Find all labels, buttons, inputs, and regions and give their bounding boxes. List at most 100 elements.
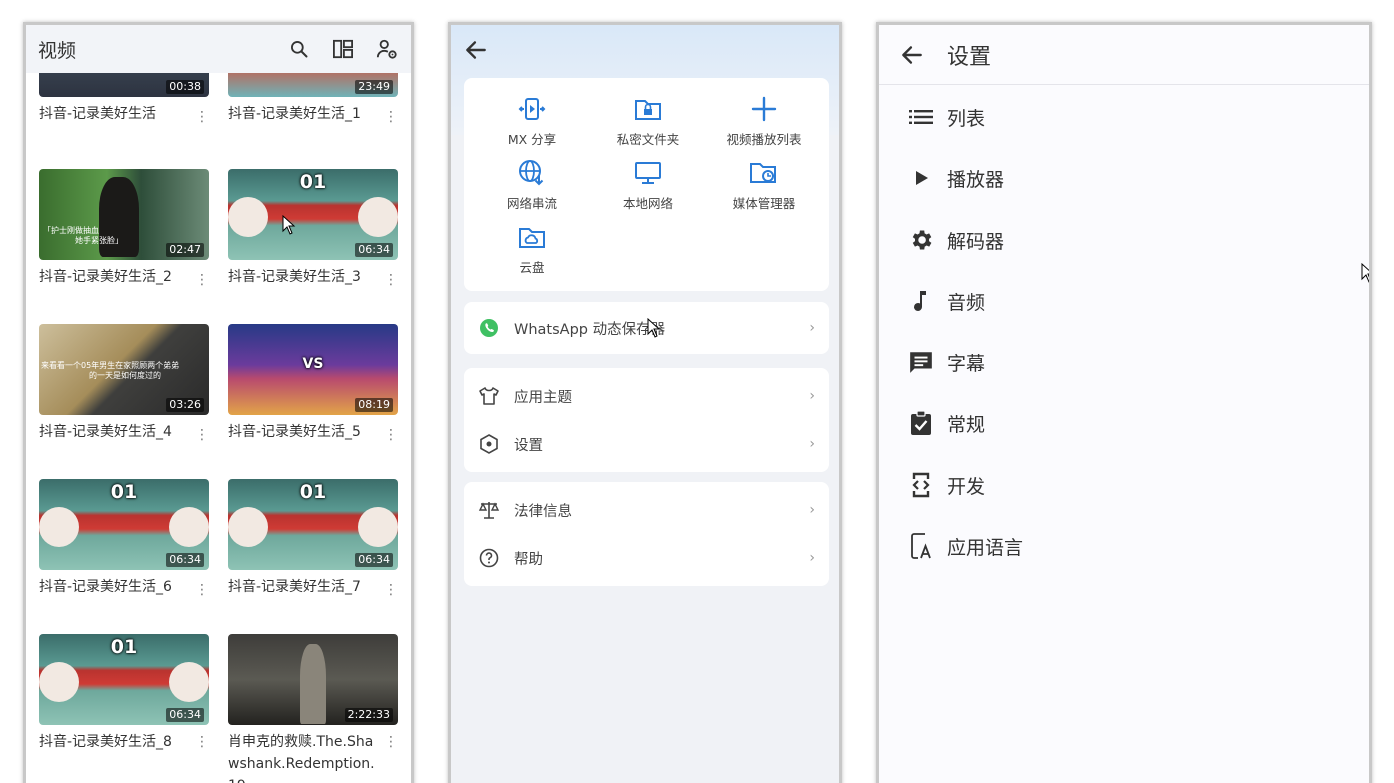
- private-folder-icon: [633, 94, 663, 124]
- settings-item-list[interactable]: 列表: [907, 97, 985, 137]
- video-title: 抖音-记录美好生活_3: [228, 269, 361, 285]
- video-item[interactable]: 01 06:34 抖音-记录美好生活_8 ⋮: [39, 634, 209, 753]
- video-thumbnail[interactable]: 01 06:34: [39, 479, 209, 570]
- clipboard-check-icon: [907, 409, 935, 437]
- chevron-right-icon: ›: [809, 550, 815, 566]
- more-options-icon[interactable]: ⋮: [384, 427, 398, 443]
- video-duration: 03:26: [166, 398, 204, 412]
- account-settings-icon[interactable]: [375, 37, 399, 61]
- menu-item-help[interactable]: 帮助 ›: [464, 534, 829, 582]
- menu-item-app-theme[interactable]: 应用主题 ›: [464, 372, 829, 420]
- more-options-icon[interactable]: ⋮: [384, 734, 398, 750]
- menu-item-settings[interactable]: 设置 ›: [464, 420, 829, 468]
- settings-item-audio[interactable]: 音频: [907, 281, 985, 321]
- quick-actions-card: MX 分享 私密文件夹 视频播放列表 网络串流 本地网络 媒体管理器 云盘: [464, 78, 829, 291]
- quick-action-network-stream[interactable]: 网络串流: [472, 158, 592, 212]
- list-icon: [907, 103, 935, 131]
- chevron-right-icon: ›: [809, 502, 815, 518]
- video-thumbnail[interactable]: VS 08:19: [228, 324, 398, 415]
- settings-item-label: 开发: [947, 475, 986, 498]
- settings-screen: 设置 列表 播放器 解码器 音频 字幕 常规 开发 应用语言: [876, 22, 1372, 783]
- quick-action-local-network[interactable]: 本地网络: [588, 158, 708, 212]
- quick-action-mx-share[interactable]: MX 分享: [472, 94, 592, 148]
- settings-item-developer[interactable]: 开发: [907, 465, 985, 505]
- settings-hexagon-icon: [478, 433, 500, 455]
- more-options-icon[interactable]: ⋮: [384, 272, 398, 288]
- video-item[interactable]: 「护士刚做抽血 她手紧张脸」 02:47 抖音-记录美好生活_2 ⋮: [39, 169, 209, 288]
- settings-item-label: 音频: [947, 291, 986, 314]
- thumbnail-badge: 01: [299, 481, 327, 503]
- quick-action-private-folder[interactable]: 私密文件夹: [588, 94, 708, 148]
- settings-item-app-language[interactable]: 应用语言: [907, 526, 1023, 566]
- video-duration: 06:34: [355, 243, 393, 257]
- quick-action-label: MX 分享: [507, 132, 557, 147]
- video-title: 抖音-记录美好生活: [39, 106, 157, 122]
- video-item[interactable]: 01 06:34 抖音-记录美好生活_6 ⋮: [39, 479, 209, 598]
- quick-action-label: 视频播放列表: [726, 132, 802, 147]
- video-thumbnail[interactable]: 来看看一个05年男生在家照顾两个弟弟 的一天是如何度过的 03:26: [39, 324, 209, 415]
- settings-item-player[interactable]: 播放器: [907, 158, 1004, 198]
- video-thumbnail[interactable]: 01 06:34: [39, 634, 209, 725]
- quick-action-label: 媒体管理器: [732, 196, 796, 211]
- video-duration: 06:34: [166, 708, 204, 722]
- video-title: 抖音-记录美好生活_5: [228, 424, 361, 440]
- video-duration: 2:22:33: [344, 708, 393, 722]
- chevron-right-icon: ›: [809, 388, 815, 404]
- video-thumbnail[interactable]: 「护士刚做抽血 她手紧张脸」 02:47: [39, 169, 209, 260]
- video-item[interactable]: 01 06:34 抖音-记录美好生活_7 ⋮: [228, 479, 398, 598]
- video-thumbnail[interactable]: 01 06:34: [228, 479, 398, 570]
- quick-action-label: 私密文件夹: [616, 132, 680, 147]
- menu-item-label: WhatsApp 动态保存器: [514, 321, 666, 338]
- thumbnail-badge: 01: [110, 481, 138, 503]
- thumbnail-badge: 01: [110, 636, 138, 658]
- video-list-screen: 视频 00:38 抖音-记录美好生活 ⋮ 23:49 抖音-记录美好生活_1 ⋮…: [23, 22, 414, 783]
- menu-item-label: 应用主题: [514, 389, 572, 406]
- chevron-right-icon: ›: [809, 436, 815, 452]
- more-options-icon[interactable]: ⋮: [195, 582, 209, 598]
- back-arrow-icon[interactable]: [463, 37, 489, 63]
- search-icon[interactable]: [287, 37, 311, 61]
- settings-header: 设置: [879, 25, 1369, 85]
- settings-item-label: 播放器: [947, 168, 1005, 191]
- menu-item-label: 帮助: [514, 551, 543, 568]
- video-item[interactable]: 01 06:34 抖音-记录美好生活_3 ⋮: [228, 169, 398, 288]
- scale-icon: [478, 499, 500, 521]
- video-item[interactable]: 来看看一个05年男生在家照顾两个弟弟 的一天是如何度过的 03:26 抖音-记录…: [39, 324, 209, 443]
- settings-item-general[interactable]: 常规: [907, 403, 985, 443]
- video-title: 抖音-记录美好生活_6: [39, 579, 172, 595]
- more-options-icon[interactable]: ⋮: [195, 272, 209, 288]
- gear-icon: [907, 226, 935, 254]
- video-thumbnail[interactable]: 01 06:34: [228, 169, 398, 260]
- view-layout-icon[interactable]: [331, 37, 355, 61]
- quick-action-cloud[interactable]: 云盘: [472, 222, 592, 276]
- settings-item-subtitles[interactable]: 字幕: [907, 342, 985, 382]
- video-title: 抖音-记录美好生活_4: [39, 424, 172, 440]
- more-options-icon[interactable]: ⋮: [384, 582, 398, 598]
- menu-item-legal[interactable]: 法律信息 ›: [464, 486, 829, 534]
- thumbnail-caption: 的一天是如何度过的: [89, 371, 161, 380]
- chevron-right-icon: ›: [809, 320, 815, 336]
- settings-item-label: 解码器: [947, 230, 1005, 253]
- video-title: 抖音-记录美好生活_1: [228, 106, 361, 122]
- video-item[interactable]: VS 08:19 抖音-记录美好生活_5 ⋮: [228, 324, 398, 443]
- tshirt-icon: [478, 385, 500, 407]
- thumbnail-badge: 01: [299, 171, 327, 193]
- settings-item-label: 常规: [947, 413, 986, 436]
- settings-item-decoder[interactable]: 解码器: [907, 220, 1004, 260]
- quick-action-media-manager[interactable]: 媒体管理器: [704, 158, 824, 212]
- more-options-icon[interactable]: ⋮: [384, 109, 398, 125]
- video-item[interactable]: 2:22:33 肖申克的救赎.The.Shawshank.Redemption.…: [228, 634, 398, 783]
- back-arrow-icon[interactable]: [899, 42, 925, 68]
- more-options-icon[interactable]: ⋮: [195, 734, 209, 750]
- video-thumbnail[interactable]: 2:22:33: [228, 634, 398, 725]
- more-options-icon[interactable]: ⋮: [195, 109, 209, 125]
- mouse-cursor-icon: [647, 318, 661, 338]
- music-note-icon: [907, 287, 935, 315]
- page-title: 设置: [947, 44, 992, 70]
- more-options-icon[interactable]: ⋮: [195, 427, 209, 443]
- video-duration: 00:38: [166, 80, 204, 94]
- video-title: 肖申克的救赎.The.Shawshank.Redemption.19…: [228, 734, 375, 783]
- video-title: 抖音-记录美好生活_7: [228, 579, 361, 595]
- video-duration: 08:19: [355, 398, 393, 412]
- quick-action-video-playlist[interactable]: 视频播放列表: [704, 94, 824, 148]
